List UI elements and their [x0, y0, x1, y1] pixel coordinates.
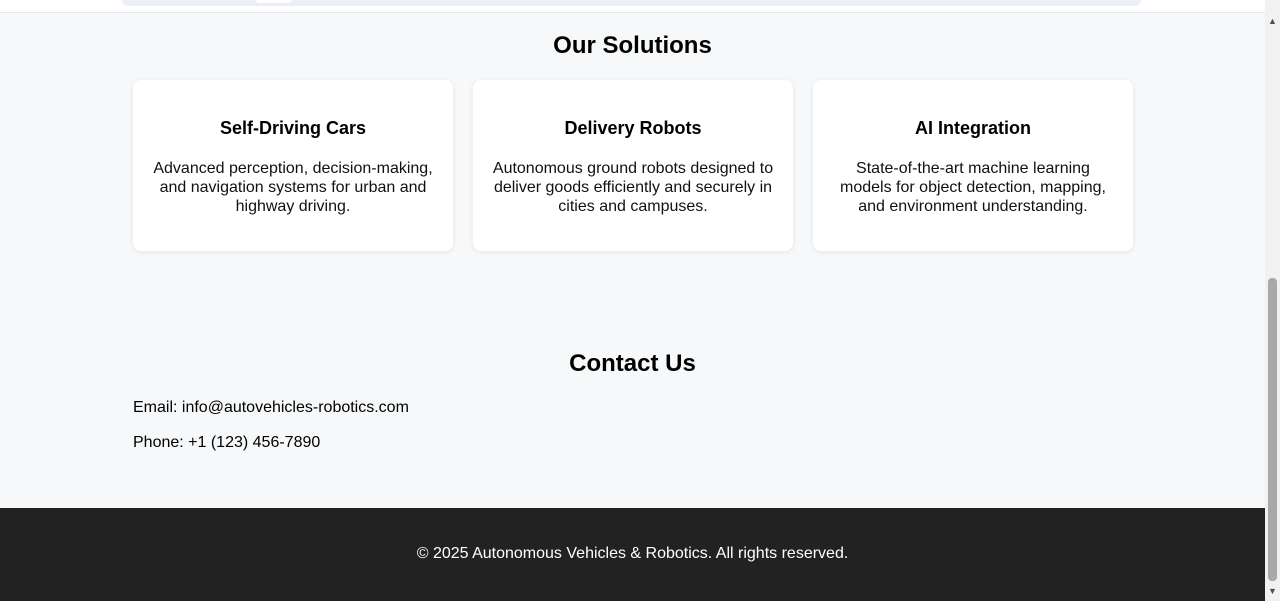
- solution-card-title: Delivery Robots: [564, 118, 702, 138]
- solution-card-description: Advanced perception, decision-making, an…: [153, 160, 433, 215]
- scroll-up-arrow-icon[interactable]: ▲: [1265, 14, 1280, 29]
- solution-card-description: Autonomous ground robots designed to del…: [492, 160, 774, 215]
- footer: © 2025 Autonomous Vehicles & Robotics. A…: [0, 508, 1265, 601]
- solution-card-delivery-robots: Delivery Robots Autonomous ground robots…: [473, 80, 793, 251]
- header-edge: [0, 0, 1265, 13]
- solutions-cards: Self-Driving Cars Advanced perception, d…: [133, 80, 1133, 251]
- solution-card-title: Self-Driving Cars: [219, 118, 367, 138]
- header-bar-edge: [122, 0, 1141, 6]
- header-item-edge: [256, 0, 292, 3]
- solution-card-title: AI Integration: [915, 118, 1031, 138]
- vertical-scrollbar[interactable]: ▲ ▼: [1265, 0, 1280, 601]
- solution-card-ai-integration: AI Integration State-of-the-art machine …: [813, 80, 1133, 251]
- scroll-down-arrow-icon[interactable]: ▼: [1265, 584, 1280, 599]
- footer-copyright: © 2025 Autonomous Vehicles & Robotics. A…: [416, 545, 849, 562]
- contact-title: Contact Us: [569, 350, 696, 377]
- contact-email: Email: info@autovehicles-robotics.com: [133, 399, 409, 416]
- solutions-title: Our Solutions: [553, 32, 712, 59]
- scrollbar-thumb[interactable]: [1268, 278, 1277, 581]
- solution-card-self-driving-cars: Self-Driving Cars Advanced perception, d…: [133, 80, 453, 251]
- contact-phone: Phone: +1 (123) 456-7890: [133, 434, 321, 451]
- page-viewport: Our Solutions Self-Driving Cars Advanced…: [0, 0, 1265, 601]
- solution-card-description: State-of-the-art machine learning models…: [840, 160, 1106, 215]
